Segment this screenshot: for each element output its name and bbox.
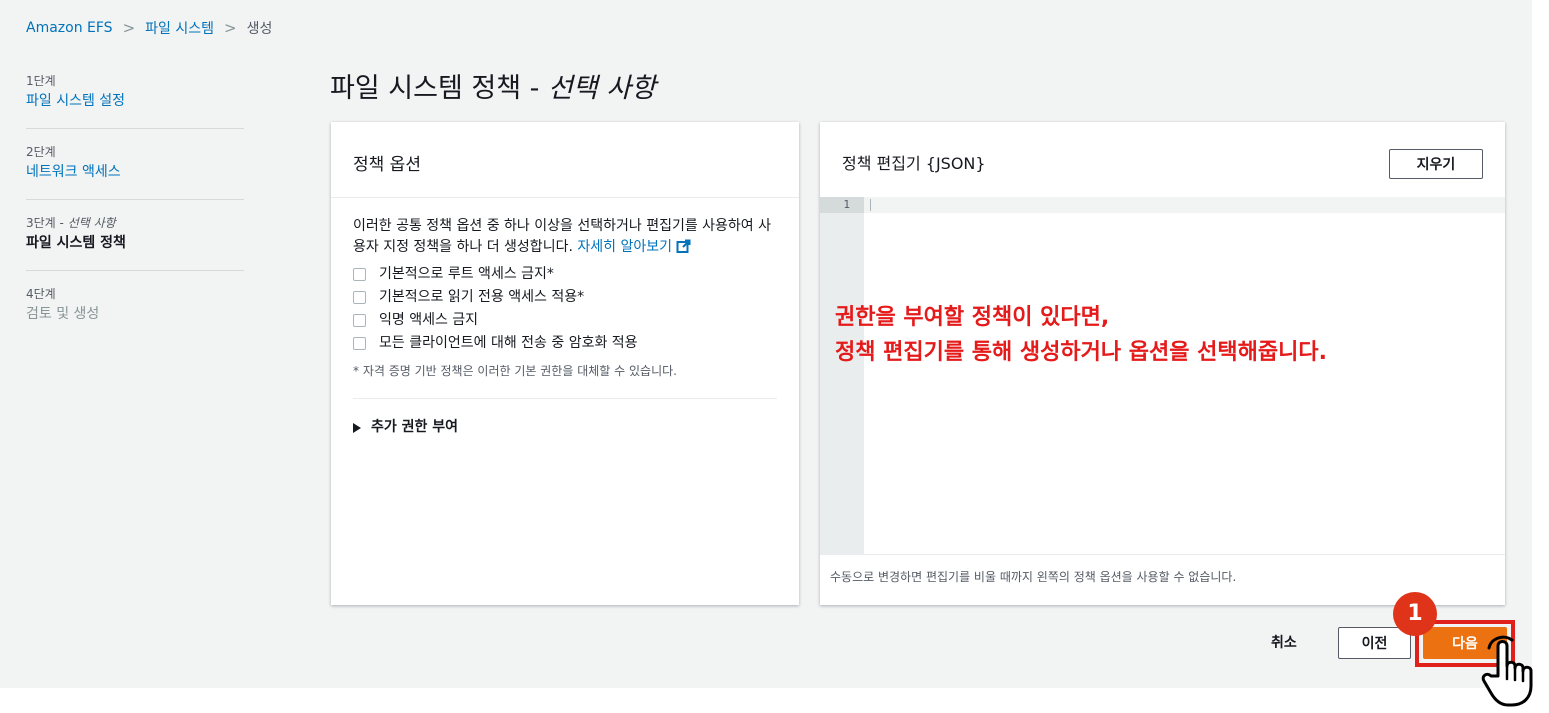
- text-cursor: [870, 199, 871, 211]
- step-number: 4단계: [26, 287, 56, 301]
- editor-gutter: [820, 197, 864, 554]
- checkbox[interactable]: [353, 268, 366, 281]
- option-label: 모든 클라이언트에 대해 전송 중 암호화 적용: [379, 335, 638, 351]
- option-block-anonymous-access[interactable]: 익명 액세스 금지: [353, 311, 777, 330]
- page-title-optional: 선택 사항: [547, 73, 656, 104]
- expander-label: 추가 권한 부여: [371, 419, 459, 435]
- checkbox[interactable]: [353, 314, 366, 327]
- step-number: 2단계: [26, 145, 56, 159]
- step-number: 3단계 - 선택 사항: [26, 214, 244, 232]
- divider: [353, 398, 777, 399]
- breadcrumb: Amazon EFS > 파일 시스템 > 생성: [26, 18, 272, 38]
- chevron-right-icon: >: [122, 19, 136, 37]
- option-read-only-access[interactable]: 기본적으로 읽기 전용 액세스 적용*: [353, 288, 777, 307]
- clear-button[interactable]: 지우기: [1389, 149, 1483, 179]
- option-label: 익명 액세스 금지: [379, 312, 479, 328]
- caret-right-icon: [353, 422, 361, 433]
- learn-more-link[interactable]: 자세히 알아보기: [577, 239, 672, 255]
- annotation-line: 정책 편집기를 통해 생성하거나 옵션을 선택해줍니다.: [835, 340, 1327, 365]
- step-1[interactable]: 1단계 파일 시스템 설정: [26, 64, 244, 129]
- step-title-link[interactable]: 네트워크 액세스: [26, 161, 244, 183]
- breadcrumb-filesystems-link[interactable]: 파일 시스템: [145, 18, 214, 38]
- checkbox[interactable]: [353, 291, 366, 304]
- cancel-button[interactable]: 취소: [1271, 632, 1297, 652]
- policy-options-description: 이러한 공통 정책 옵션 중 하나 이상을 선택하거나 편집기를 사용하여 사용…: [353, 216, 777, 261]
- option-enforce-in-transit-encryption[interactable]: 모든 클라이언트에 대해 전송 중 암호화 적용: [353, 334, 777, 353]
- chevron-right-icon: >: [224, 19, 237, 37]
- breadcrumb-efs-link[interactable]: Amazon EFS: [26, 20, 113, 36]
- step-badge: 1: [1393, 592, 1437, 636]
- annotation-text: 권한을 부여할 정책이 있다면, 정책 편집기를 통해 생성하거나 옵션을 선택…: [835, 300, 1327, 370]
- step-title-current: 파일 시스템 정책: [26, 235, 126, 251]
- step-title-disabled: 검토 및 생성: [26, 306, 100, 322]
- step-number: 1단계: [26, 74, 56, 88]
- option-label: 기본적으로 루트 액세스 금지*: [379, 266, 554, 282]
- checkbox[interactable]: [353, 337, 366, 350]
- editor-title: 정책 편집기 {JSON}: [842, 154, 986, 173]
- step-3: 3단계 - 선택 사항 파일 시스템 정책: [26, 200, 244, 271]
- option-label: 기본적으로 읽기 전용 액세스 적용*: [379, 289, 585, 305]
- line-number: 1: [820, 197, 864, 213]
- step-title-link[interactable]: 파일 시스템 설정: [26, 90, 244, 112]
- previous-button[interactable]: 이전: [1338, 627, 1411, 659]
- step-4: 4단계 검토 및 생성: [26, 271, 244, 341]
- step-2[interactable]: 2단계 네트워크 액세스: [26, 129, 244, 200]
- page-title-text: 파일 시스템 정책 -: [330, 73, 548, 104]
- wizard-steps: 1단계 파일 시스템 설정 2단계 네트워크 액세스 3단계 - 선택 사항 파…: [26, 64, 244, 341]
- console-background: Amazon EFS > 파일 시스템 > 생성 1단계 파일 시스템 설정 2…: [0, 0, 1532, 688]
- pointer-hand-icon: [1476, 634, 1546, 712]
- step-optional-text: 선택 사항: [67, 216, 116, 230]
- description-text: 이러한 공통 정책 옵션 중 하나 이상을 선택하거나 편집기를 사용하여 사용…: [353, 218, 772, 255]
- option-block-root-access[interactable]: 기본적으로 루트 액세스 금지*: [353, 265, 777, 284]
- active-line: [864, 197, 1505, 213]
- policy-footnote: * 자격 증명 기반 정책은 이러한 기본 권한을 대체할 수 있습니다.: [353, 364, 677, 378]
- grant-additional-permissions-expander[interactable]: 추가 권한 부여: [353, 417, 777, 438]
- annotation-line: 권한을 부여할 정책이 있다면,: [835, 305, 1110, 330]
- policy-options-header: 정책 옵션: [331, 122, 799, 198]
- external-link-icon[interactable]: [676, 239, 691, 261]
- policy-options-panel: 정책 옵션 이러한 공통 정책 옵션 중 하나 이상을 선택하거나 편집기를 사…: [331, 122, 799, 605]
- step-number-text: 3단계 -: [26, 216, 68, 230]
- breadcrumb-current: 생성: [246, 21, 273, 37]
- json-editor[interactable]: 1: [820, 197, 1505, 554]
- page-title: 파일 시스템 정책 - 선택 사항: [330, 66, 656, 105]
